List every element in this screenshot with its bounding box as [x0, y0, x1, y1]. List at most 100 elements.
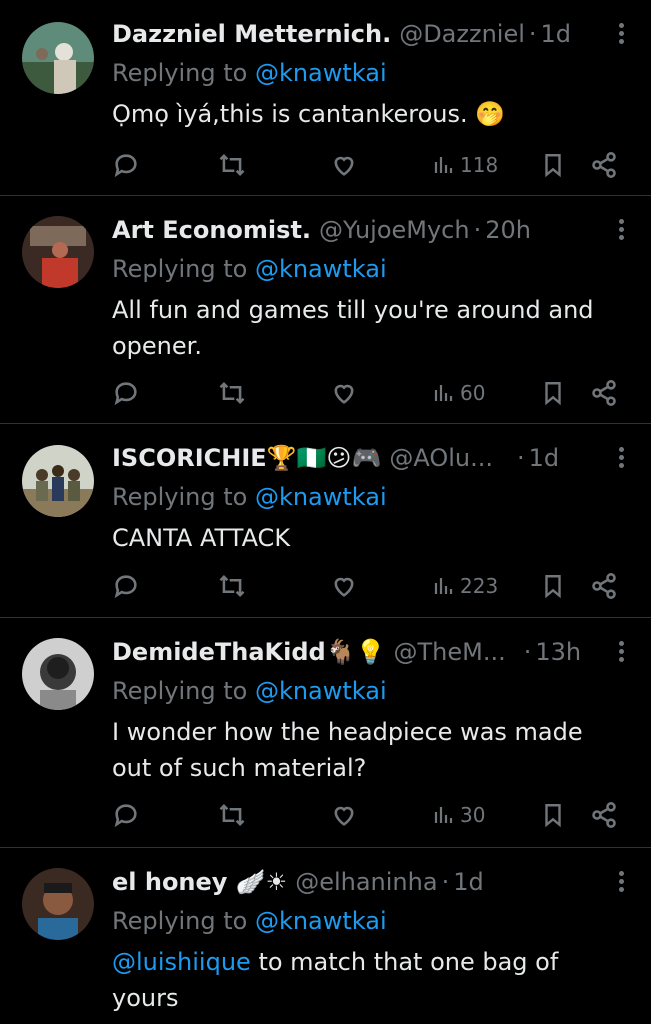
share-button[interactable]: [590, 373, 618, 413]
more-icon[interactable]: [611, 444, 631, 474]
more-icon[interactable]: [611, 868, 631, 898]
avatar[interactable]: [22, 445, 94, 517]
views-count: 223: [460, 574, 499, 598]
views-button[interactable]: 30: [432, 795, 485, 835]
avatar[interactable]: [22, 216, 94, 288]
user-handle[interactable]: @elhaninha: [295, 864, 437, 900]
timestamp[interactable]: 1d: [453, 864, 484, 900]
retweet-button[interactable]: [217, 795, 247, 835]
like-button[interactable]: [330, 373, 358, 413]
user-handle[interactable]: @Dazzniel: [399, 16, 525, 52]
replying-prefix: Replying to: [112, 677, 255, 705]
like-icon: [334, 806, 354, 826]
reply-icon: [114, 804, 137, 828]
views-button[interactable]: 223: [432, 566, 498, 606]
user-handle[interactable]: @AOlu...: [389, 440, 493, 476]
retweet-icon: [219, 574, 245, 598]
mention-link[interactable]: @knawtkai: [255, 255, 387, 283]
action-bar: 30: [112, 795, 631, 835]
retweet-icon: [219, 381, 245, 405]
display-name[interactable]: el honey 🪽☀: [112, 864, 287, 900]
reply-item[interactable]: DemideThaKidd🐐💡 @TheM... · 13h Replying …: [0, 618, 651, 848]
reply-header: Dazzniel Metternich. @Dazzniel · 1d: [112, 16, 591, 52]
reply-item[interactable]: Art Economist. @YujoeMych · 20h Replying…: [0, 196, 651, 424]
like-icon: [334, 577, 354, 597]
bookmark-button[interactable]: [540, 566, 566, 606]
display-name[interactable]: ISCORICHIE🏆🇳🇬😕🎮: [112, 440, 381, 476]
bookmark-button[interactable]: [540, 145, 566, 185]
avatar[interactable]: [22, 638, 94, 710]
display-name[interactable]: DemideThaKidd🐐💡: [112, 634, 386, 670]
like-button[interactable]: [330, 795, 358, 835]
action-bar: 118: [112, 145, 631, 185]
retweet-button[interactable]: [217, 373, 247, 413]
like-button[interactable]: [330, 145, 358, 185]
views-button[interactable]: 60: [432, 373, 485, 413]
replying-to: Replying to @knawtkai: [112, 903, 387, 939]
reply-button[interactable]: [112, 566, 140, 606]
replying-to: Replying to @knawtkai: [112, 479, 387, 515]
reply-text: I wonder how the headpiece was made out …: [112, 718, 583, 782]
reply-item[interactable]: Dazzniel Metternich. @Dazzniel · 1d Repl…: [0, 0, 651, 196]
views-icon: [434, 807, 453, 823]
bookmark-button[interactable]: [540, 373, 566, 413]
share-icon: [592, 152, 616, 178]
more-icon[interactable]: [611, 638, 631, 668]
avatar[interactable]: [22, 22, 94, 94]
share-button[interactable]: [590, 145, 618, 185]
reply-header: Art Economist. @YujoeMych · 20h: [112, 212, 591, 248]
reply-icon: [114, 382, 137, 406]
reply-item[interactable]: el honey 🪽☀ @elhaninha · 1d Replying to …: [0, 848, 651, 1024]
reply-header: el honey 🪽☀ @elhaninha · 1d: [112, 864, 591, 900]
share-icon: [592, 380, 616, 406]
user-handle[interactable]: @TheM...: [394, 634, 506, 670]
replying-to: Replying to @knawtkai: [112, 55, 387, 91]
timestamp[interactable]: 1d: [541, 16, 572, 52]
timestamp[interactable]: 20h: [485, 212, 531, 248]
mention-link[interactable]: @knawtkai: [255, 59, 387, 87]
bookmark-button[interactable]: [540, 795, 566, 835]
replying-to: Replying to @knawtkai: [112, 251, 387, 287]
reply-item[interactable]: ISCORICHIE🏆🇳🇬😕🎮 @AOlu... · 1d Replying t…: [0, 424, 651, 618]
user-handle[interactable]: @YujoeMych: [319, 212, 470, 248]
separator-dot: ·: [517, 444, 525, 472]
retweet-button[interactable]: [217, 145, 247, 185]
views-icon: [434, 578, 453, 594]
reply-button[interactable]: [112, 373, 140, 413]
reply-button[interactable]: [112, 795, 140, 835]
more-icon[interactable]: [611, 216, 631, 246]
action-bar: 60: [112, 373, 631, 413]
avatar[interactable]: [22, 868, 94, 940]
like-icon: [334, 156, 354, 176]
bookmark-icon: [545, 575, 561, 599]
views-count: 118: [460, 153, 499, 177]
text-mention-link[interactable]: @luishiique: [112, 948, 251, 976]
mention-link[interactable]: @knawtkai: [255, 483, 387, 511]
reply-icon: [114, 575, 137, 599]
timestamp[interactable]: 13h: [535, 634, 581, 670]
reply-text: @luishiique to match that one bag of you…: [112, 944, 591, 1016]
share-icon: [592, 802, 616, 828]
retweet-icon: [219, 153, 245, 177]
share-button[interactable]: [590, 795, 618, 835]
display-name[interactable]: Art Economist.: [112, 212, 311, 248]
reply-icon: [114, 154, 137, 178]
like-icon: [334, 384, 354, 404]
views-button[interactable]: 118: [432, 145, 498, 185]
reply-button[interactable]: [112, 145, 140, 185]
replying-prefix: Replying to: [112, 907, 255, 935]
timestamp[interactable]: 1d: [529, 440, 560, 476]
separator-dot: ·: [473, 216, 482, 244]
replying-prefix: Replying to: [112, 59, 255, 87]
bookmark-icon: [545, 382, 561, 406]
like-button[interactable]: [330, 566, 358, 606]
retweet-icon: [219, 803, 245, 827]
separator-dot: ·: [528, 20, 537, 48]
retweet-button[interactable]: [217, 566, 247, 606]
more-icon[interactable]: [611, 20, 631, 50]
mention-link[interactable]: @knawtkai: [255, 677, 387, 705]
display-name[interactable]: Dazzniel Metternich.: [112, 16, 391, 52]
reply-text: Ọmọ ìyá,this is cantankerous. 🤭: [112, 100, 506, 128]
mention-link[interactable]: @knawtkai: [255, 907, 387, 935]
share-button[interactable]: [590, 566, 618, 606]
